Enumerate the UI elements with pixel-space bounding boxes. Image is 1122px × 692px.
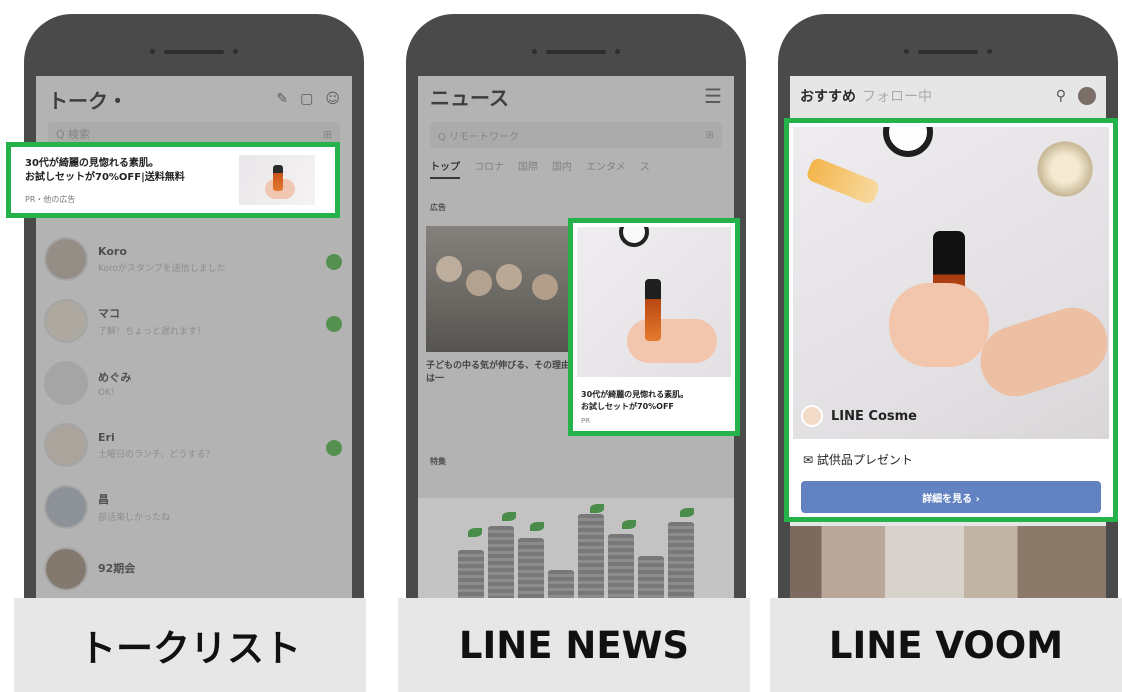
chat-name: Koro bbox=[98, 244, 127, 258]
unread-badge bbox=[326, 440, 342, 456]
avatar bbox=[44, 299, 88, 343]
list-item[interactable]: Koro Koroがスタンプを送信しました bbox=[36, 228, 352, 290]
chat-message: 了解！ちょっと遅れます！ bbox=[98, 327, 207, 337]
menu-icon[interactable]: ☰ bbox=[704, 84, 722, 108]
ad-headline: 30代が綺麗の見惚れる素肌。 bbox=[581, 390, 689, 399]
search-input[interactable]: Q リモートワーク ⊞ bbox=[430, 122, 722, 148]
news-header: ニュース ☰ bbox=[418, 76, 734, 116]
chat-message: 部活楽しかったね bbox=[98, 513, 171, 523]
voom-ad[interactable]: LINE Cosme ✉ 試供品プレゼント 詳細を見る › bbox=[784, 118, 1118, 522]
chat-icon[interactable]: ▢ bbox=[300, 91, 313, 107]
tab-following[interactable]: フォロー中 bbox=[862, 89, 932, 105]
tab-sports[interactable]: ス bbox=[640, 158, 650, 179]
unread-badge bbox=[326, 316, 342, 332]
avatar bbox=[44, 361, 88, 405]
list-item[interactable]: 92期会 bbox=[36, 538, 352, 600]
ad-cta-button[interactable]: 詳細を見る › bbox=[801, 481, 1101, 513]
ad-thumbnail bbox=[239, 155, 315, 205]
feature-image[interactable] bbox=[418, 498, 734, 610]
speaker bbox=[904, 49, 992, 54]
feature-label: 特集 bbox=[430, 457, 446, 466]
ad-sponsor: PR bbox=[581, 417, 591, 425]
ad-sponsor: PR・他の広告 bbox=[25, 195, 76, 204]
profile-icon[interactable] bbox=[1078, 87, 1096, 105]
article-image[interactable] bbox=[426, 226, 586, 352]
compose-icon[interactable]: ✎ bbox=[276, 91, 288, 107]
chat-list: Koro Koroがスタンプを送信しました マコ了解！ちょっと遅れます！ めぐみ O… bbox=[36, 228, 352, 600]
talk-header: トーク・ ✎ ▢ ☺ bbox=[36, 76, 352, 122]
chat-name: Eri bbox=[98, 430, 115, 444]
ad-subline: お試しセットが70%OFF bbox=[581, 402, 674, 411]
caption-news: LINE NEWS bbox=[398, 598, 750, 692]
ad-image bbox=[577, 227, 731, 377]
talk-list-ad[interactable]: 30代が綺麗の見惚れる素肌。お試しセットが70%OFF|送料無料 PR・他の広告 bbox=[6, 142, 340, 218]
avatar bbox=[44, 547, 88, 591]
chat-name: 昌 bbox=[98, 493, 109, 506]
chat-name: 92期会 bbox=[98, 561, 136, 575]
list-item[interactable]: マコ了解！ちょっと遅れます！ bbox=[36, 290, 352, 352]
news-tabs: トップ コロナ 国際 国内 エンタメ ス bbox=[418, 148, 734, 179]
tab-top[interactable]: トップ bbox=[430, 158, 460, 179]
page-title: トーク・ bbox=[48, 88, 128, 113]
tab-corona[interactable]: コロナ bbox=[474, 158, 504, 179]
chat-name: マコ bbox=[98, 307, 120, 320]
chat-message: 土曜日のランチ、どうする？ bbox=[98, 449, 215, 460]
qr-icon[interactable]: ⊞ bbox=[323, 128, 332, 141]
chat-message: OK! bbox=[98, 387, 115, 398]
news-ad[interactable]: 30代が綺麗の見惚れる素肌。 お試しセットが70%OFF PR bbox=[568, 218, 740, 436]
voom-header: おすすめ フォロー中 ⚲ bbox=[790, 76, 1106, 116]
tab-international[interactable]: 国際 bbox=[518, 158, 538, 179]
page-title: ニュース bbox=[430, 85, 509, 110]
ad-subline: お試しセットが70%OFF|送料無料 bbox=[25, 172, 185, 183]
brand-logo bbox=[801, 405, 823, 427]
ad-promo-text: ✉ 試供品プレゼント bbox=[803, 453, 913, 467]
ad-image bbox=[793, 127, 1109, 439]
ad-brand[interactable]: LINE Cosme bbox=[801, 405, 917, 427]
tab-domestic[interactable]: 国内 bbox=[552, 158, 572, 179]
qr-icon[interactable]: ⊞ bbox=[706, 130, 714, 141]
speaker bbox=[532, 49, 620, 54]
ad-label: 広告 bbox=[430, 203, 446, 212]
article-title[interactable]: 子どもの中る気が伸びる、その理由とは一 bbox=[426, 360, 586, 386]
ad-headline: 30代が綺麗の見惚れる素肌。 bbox=[25, 158, 159, 169]
brand-name: LINE Cosme bbox=[831, 408, 917, 424]
chat-message: Koroがスタンプを送信しました bbox=[98, 263, 226, 274]
phone-talk-list: トーク・ ✎ ▢ ☺ Q 検索 ⊞ Koro Koroがスタンプを送信しました マ… bbox=[24, 14, 364, 610]
tab-recommended[interactable]: おすすめ bbox=[800, 89, 856, 105]
caption-talk-list: トークリスト bbox=[14, 598, 366, 692]
list-item[interactable]: Eri 土曜日のランチ、どうする？ bbox=[36, 414, 352, 476]
unread-badge bbox=[326, 254, 342, 270]
search-icon[interactable]: ⚲ bbox=[1056, 88, 1066, 104]
add-friend-icon[interactable]: ☺ bbox=[325, 91, 340, 107]
list-item[interactable]: めぐみ OK! bbox=[36, 352, 352, 414]
speaker bbox=[150, 49, 238, 54]
avatar bbox=[44, 485, 88, 529]
tab-entertainment[interactable]: エンタメ bbox=[586, 158, 626, 179]
avatar bbox=[44, 423, 88, 467]
chat-name: めぐみ bbox=[98, 370, 132, 384]
caption-voom: LINE VOOM bbox=[770, 598, 1122, 692]
avatar bbox=[44, 237, 88, 281]
list-item[interactable]: 昌部活楽しかったね bbox=[36, 476, 352, 538]
search-placeholder: Q 検索 bbox=[56, 128, 91, 141]
search-placeholder: Q リモートワーク bbox=[438, 131, 520, 143]
